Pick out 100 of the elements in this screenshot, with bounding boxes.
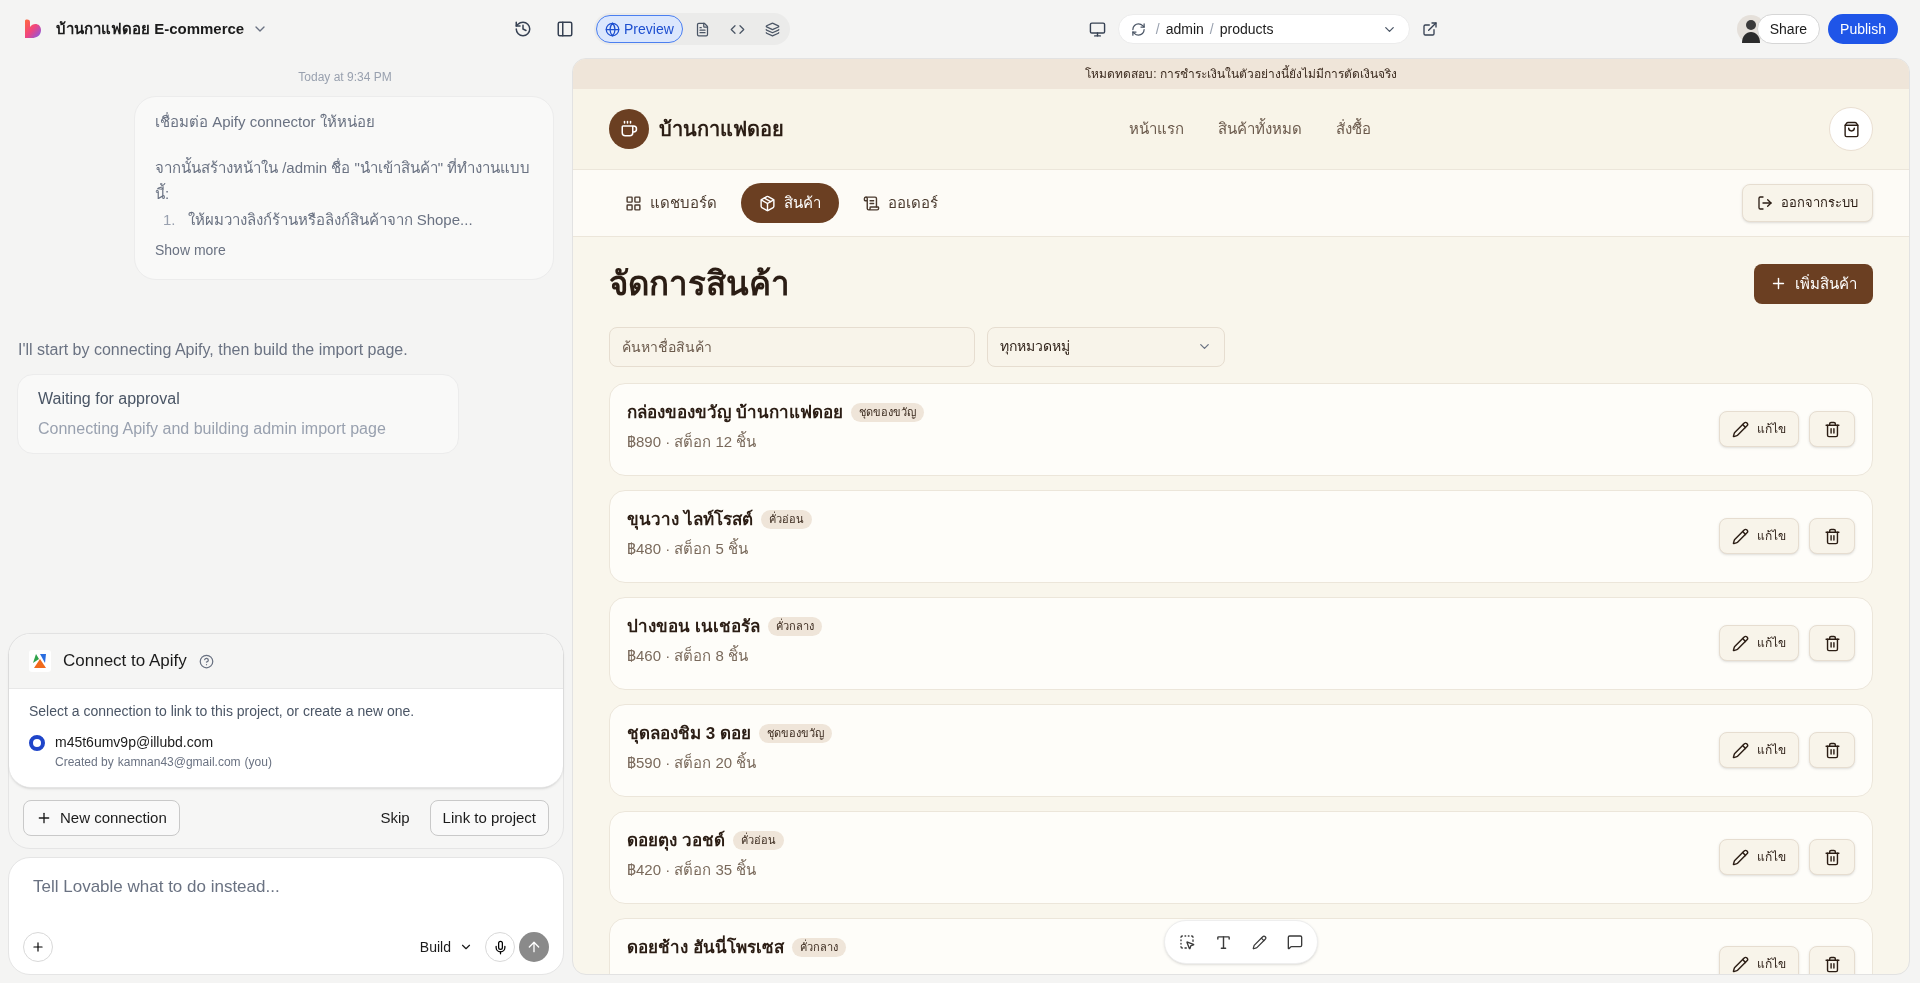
- edit-button[interactable]: แก้ไข: [1719, 411, 1799, 447]
- preview-tab[interactable]: Preview: [596, 15, 683, 43]
- document-icon: [694, 21, 710, 37]
- category-tag: ชุดของขวัญ: [758, 724, 832, 743]
- edit-button[interactable]: แก้ไข: [1719, 946, 1799, 974]
- edit-button[interactable]: แก้ไข: [1719, 839, 1799, 875]
- box-icon: [759, 194, 776, 212]
- trash-icon: [1823, 955, 1841, 973]
- logout-icon: [1757, 195, 1773, 211]
- monitor-icon[interactable]: [1088, 20, 1106, 38]
- plus-icon: [36, 810, 52, 826]
- store-logo[interactable]: [609, 109, 649, 149]
- layers-icon: [764, 21, 780, 37]
- delete-button[interactable]: [1809, 946, 1855, 974]
- created-by-label: Created by: [55, 754, 114, 771]
- sidebar-toggle-icon[interactable]: [556, 20, 574, 38]
- connection-email: m45t6umv9p@illubd.com: [55, 733, 215, 752]
- trash-icon: [1823, 634, 1841, 652]
- publish-button[interactable]: Publish: [1828, 14, 1898, 44]
- pencil-icon: [1732, 634, 1749, 652]
- edit-button[interactable]: แก้ไข: [1719, 625, 1799, 661]
- delete-button[interactable]: [1809, 625, 1855, 661]
- nav-link[interactable]: สั่งซื้อ: [1336, 117, 1371, 141]
- category-tag: คั่วกลาง: [767, 617, 822, 636]
- pencil-tool-icon[interactable]: [1252, 934, 1267, 950]
- creator-note: (you): [244, 754, 272, 771]
- product-name: ดอยตุง วอชด์: [627, 829, 725, 853]
- pencil-icon: [1732, 955, 1749, 973]
- history-icon[interactable]: [514, 20, 532, 38]
- share-button[interactable]: Share: [1756, 14, 1821, 44]
- card-description: Select a connection to link to this project, or create a new one.: [29, 702, 416, 721]
- product-name: ขุนวาง ไลท์โรสต์: [627, 508, 753, 532]
- category-tag: ชุดของขวัญ: [850, 403, 924, 422]
- product-name: ปางขอน เนเชอรัล: [627, 615, 760, 638]
- delete-button[interactable]: [1809, 518, 1855, 554]
- card-title: Connect to Apify: [63, 650, 187, 673]
- store-name[interactable]: บ้านกาแฟดอย: [659, 114, 784, 144]
- delete-button[interactable]: [1809, 732, 1855, 768]
- radio-button[interactable]: [29, 735, 45, 751]
- category-select[interactable]: ทุกหมวดหมู่: [987, 326, 1225, 367]
- category-tag: คั่วกลาง: [791, 938, 846, 957]
- globe-icon: [605, 21, 620, 37]
- show-more-button[interactable]: Show more: [155, 237, 226, 263]
- delete-button[interactable]: [1809, 839, 1855, 875]
- skip-button[interactable]: Skip: [368, 800, 422, 836]
- admin-tab[interactable]: แดชบอร์ด: [609, 183, 733, 223]
- page-title: จัดการสินค้า: [609, 264, 790, 304]
- help-icon[interactable]: [198, 653, 214, 669]
- product-name: ดอยช้าง ฮันนี่โพรเซส: [627, 934, 784, 959]
- price-stock: ฿480 · สต็อก 5 ชิ้น: [627, 538, 750, 559]
- external-link-icon[interactable]: [1421, 21, 1438, 37]
- url-bar[interactable]: / admin / products: [1117, 14, 1410, 44]
- grid-icon: [625, 194, 642, 212]
- search-field[interactable]: ค้นหาชื่อสินค้า: [609, 326, 975, 367]
- select-tool-icon[interactable]: [1179, 934, 1195, 950]
- product-name: ชุดลองชิม 3 ดอย: [627, 722, 751, 746]
- test-mode-notice: โหมดทดสอบ: การชำระเงินในตัวอย่างนี้ยังไม่มีการตัดเงินจริง: [1085, 65, 1397, 83]
- microphone-icon: [492, 939, 508, 955]
- link-to-project-button[interactable]: Link to project: [429, 800, 549, 836]
- list-number: 1.: [163, 210, 176, 230]
- comment-tool-icon[interactable]: [1287, 934, 1303, 950]
- path-separator: /: [1155, 19, 1160, 39]
- scroll-icon: [863, 194, 880, 212]
- admin-tab[interactable]: ออเดอร์: [847, 183, 954, 223]
- logout-button[interactable]: ออกจากระบบ: [1742, 184, 1873, 222]
- path-label: admin: [1165, 19, 1204, 39]
- price-stock: ฿890 · สต็อก 12 ชิ้น: [627, 431, 758, 452]
- edit-button[interactable]: แก้ไข: [1719, 518, 1799, 554]
- status-subtitle: Connecting Apify and building admin import page: [38, 419, 387, 439]
- text-tool-icon[interactable]: [1215, 933, 1232, 951]
- apify-logo-icon: [29, 650, 51, 672]
- admin-tab[interactable]: สินค้า: [741, 183, 839, 223]
- new-connection-button[interactable]: New connection: [23, 800, 180, 836]
- trash-icon: [1823, 527, 1841, 545]
- message-text: เชื่อมต่อ Apify connector ให้หน่อย: [155, 111, 376, 132]
- plus-icon: [31, 940, 45, 954]
- delete-button[interactable]: [1809, 411, 1855, 447]
- category-tag: คั่วอ่อน: [732, 831, 784, 850]
- refresh-icon: [1130, 21, 1146, 37]
- edit-button[interactable]: แก้ไข: [1719, 732, 1799, 768]
- list-item-text: ให้ผมวางลิงก์ร้านหรือลิงก์สินค้าจาก Shope...: [187, 210, 473, 230]
- nav-link[interactable]: สินค้าทั้งหมด: [1218, 117, 1302, 141]
- trash-icon: [1823, 420, 1841, 438]
- coffee-cup-icon: [620, 120, 638, 138]
- path-label: products: [1219, 19, 1274, 39]
- pencil-icon: [1732, 741, 1749, 759]
- price-stock: ฿420 · สต็อก 35 ชิ้น: [627, 859, 758, 880]
- path-separator: /: [1209, 19, 1214, 39]
- category-tag: คั่วอ่อน: [760, 510, 812, 529]
- mode-dropdown[interactable]: Build: [419, 936, 473, 958]
- trash-icon: [1823, 848, 1841, 866]
- trash-icon: [1823, 741, 1841, 759]
- timestamp: Today at 9:34 PM: [298, 69, 392, 86]
- nav-link[interactable]: หน้าแรก: [1129, 117, 1184, 141]
- add-product-button[interactable]: เพิ่มสินค้า: [1754, 263, 1873, 304]
- cart-button[interactable]: [1829, 107, 1873, 151]
- logo-icon: [22, 18, 44, 40]
- message-input[interactable]: Tell Lovable what to do instead...: [23, 874, 549, 900]
- status-title: Waiting for approval: [38, 389, 181, 409]
- project-name[interactable]: บ้านกาแฟดอย E-commerce: [56, 17, 245, 41]
